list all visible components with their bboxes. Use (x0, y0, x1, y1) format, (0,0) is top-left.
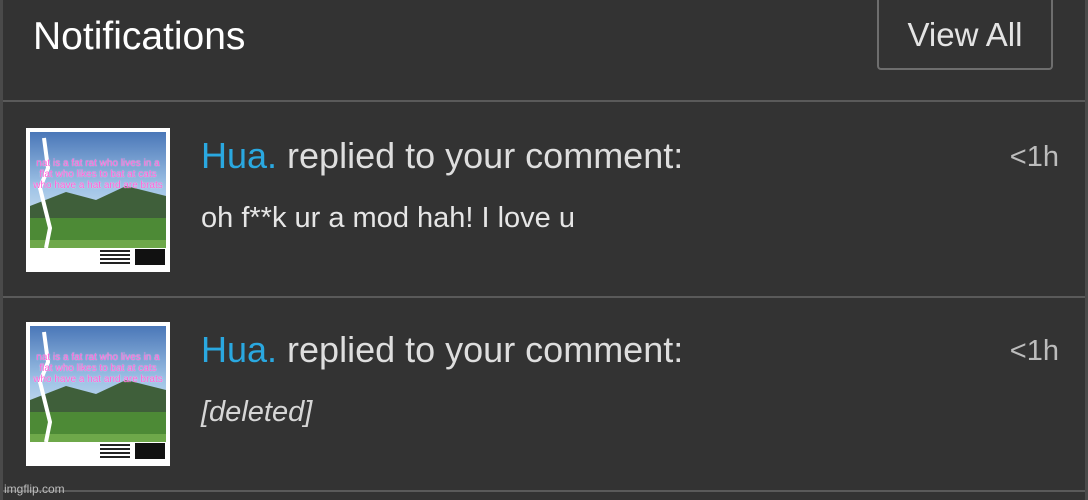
avatar-caption: nat is a fat rat who lives in a flat who… (33, 352, 163, 385)
avatar[interactable]: nat is a fat rat who lives in a flat who… (26, 128, 170, 272)
notifications-panel: Notifications View All nat is a fat rat … (0, 0, 1088, 500)
notification-action: replied to your comment: (277, 135, 684, 176)
notification-headline: Hua. replied to your comment: (201, 134, 683, 178)
avatar-caption: nat is a fat rat who lives in a flat who… (33, 158, 163, 191)
avatar[interactable]: nat is a fat rat who lives in a flat who… (26, 322, 170, 466)
parental-advisory-icon (134, 442, 166, 460)
username-link[interactable]: Hua. (201, 329, 277, 370)
barcode-icon (100, 250, 130, 266)
timestamp: <1h (1009, 141, 1059, 173)
view-all-button[interactable]: View All (877, 0, 1053, 70)
notification-action: replied to your comment: (277, 329, 684, 370)
timestamp: <1h (1009, 335, 1059, 367)
notification-item[interactable]: nat is a fat rat who lives in a flat who… (3, 296, 1085, 492)
username-link[interactable]: Hua. (201, 135, 277, 176)
notification-item[interactable]: nat is a fat rat who lives in a flat who… (3, 102, 1085, 298)
notifications-header: Notifications View All (3, 0, 1085, 102)
page-title: Notifications (33, 15, 246, 58)
watermark: imgflip.com (4, 482, 65, 496)
notification-message[interactable]: [deleted] (201, 394, 312, 430)
parental-advisory-icon (134, 248, 166, 266)
notification-message[interactable]: oh f**k ur a mod hah! I love u (201, 200, 575, 236)
notification-headline: Hua. replied to your comment: (201, 328, 683, 372)
barcode-icon (100, 444, 130, 460)
